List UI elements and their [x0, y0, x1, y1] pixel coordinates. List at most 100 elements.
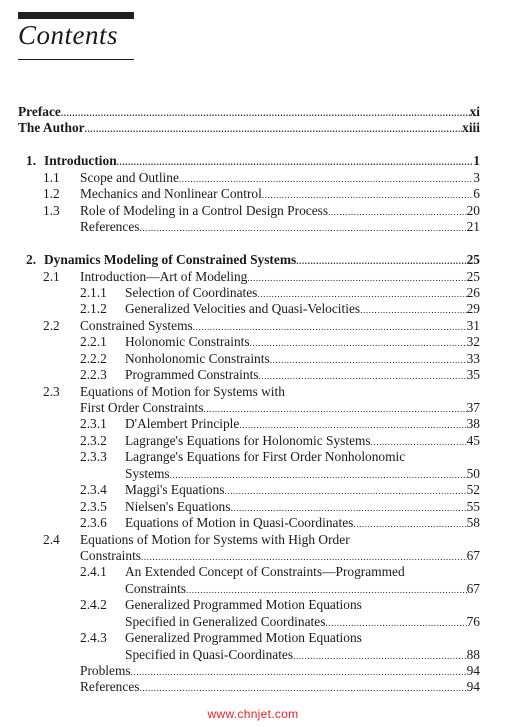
toc-entry[interactable]: 2.1 Introduction—Art of Modeling 25: [0, 269, 506, 285]
entry-page: 76: [466, 613, 480, 629]
entry-page: 52: [466, 482, 480, 498]
toc-entry[interactable]: 2.1.2 Generalized Velocities and Quasi-Ve…: [0, 301, 506, 317]
entry-number: 1.: [26, 153, 37, 169]
entry-line: Introduction—Art of Modeling 25: [80, 269, 480, 286]
toc-entry[interactable]: 1. Introduction 1: [0, 153, 506, 169]
entry-title: Equations of Motion in Quasi-Coordinates: [125, 515, 354, 531]
dot-leader: [139, 680, 466, 696]
toc-spacer: [0, 137, 506, 154]
watermark: www.chnjet.com: [207, 707, 299, 721]
toc-entry[interactable]: Systems 50: [0, 466, 506, 482]
toc-entry[interactable]: 2.4.1 An Extended Concept of Constraints—…: [0, 564, 506, 580]
toc-entry[interactable]: 2.2.1 Holonomic Constraints 32: [0, 334, 506, 350]
entry-line: Maggi's Equations 52: [125, 482, 480, 499]
toc-entry[interactable]: Specified in Quasi-Coordinates 88: [0, 647, 506, 663]
entry-title: References: [80, 219, 140, 235]
entry-title: D'Alembert Principle: [125, 416, 240, 432]
toc-entry[interactable]: First Order Constraints 37: [0, 400, 506, 416]
entry-title: Maggi's Equations: [125, 482, 225, 498]
toc-entry[interactable]: References 94: [0, 679, 506, 695]
toc-entry[interactable]: Preface xi: [0, 104, 506, 120]
toc-entry[interactable]: 2.3 Equations of Motion for Systems with: [0, 384, 506, 400]
entry-line: Role of Modeling in a Control Design Pro…: [80, 203, 480, 220]
entry-page: 1: [473, 153, 480, 169]
toc-entry[interactable]: Constraints 67: [0, 581, 506, 597]
entry-line: Introduction 1: [44, 153, 480, 170]
entry-number: 2.4.3: [80, 630, 107, 646]
entry-page: 67: [466, 547, 480, 563]
toc-entry[interactable]: 2.2 Constrained Systems 31: [0, 318, 506, 334]
entry-page: 45: [466, 432, 480, 448]
dot-leader: [193, 319, 467, 335]
dot-leader: [131, 664, 467, 680]
dot-leader: [139, 220, 466, 236]
toc-entry[interactable]: 2.3.3 Lagrange's Equations for First Orde…: [0, 449, 506, 465]
toc-entry[interactable]: 2. Dynamics Modeling of Constrained Syste…: [0, 252, 506, 268]
toc-entry[interactable]: 2.3.6 Equations of Motion in Quasi-Coordi…: [0, 515, 506, 531]
entry-line: References 21: [80, 219, 480, 236]
entry-line: Selection of Coordinates 26: [125, 285, 480, 302]
entry-number: 2.1: [43, 268, 60, 284]
entry-number: 2.2.2: [80, 350, 107, 366]
toc-entry[interactable]: 2.2.2 Nonholonomic Constraints 33: [0, 351, 506, 367]
toc-entry[interactable]: 2.1.1 Selection of Coordinates 26: [0, 285, 506, 301]
entry-number: 2.3.6: [80, 515, 107, 531]
toc-entry[interactable]: 1.2 Mechanics and Nonlinear Control 6: [0, 186, 506, 202]
entry-line: Scope and Outline 3: [80, 170, 480, 187]
entry-line: Constrained Systems 31: [80, 318, 480, 335]
dot-leader: [186, 582, 467, 598]
entry-line: Systems 50: [125, 466, 480, 483]
toc-entry[interactable]: 2.3.2 Lagrange's Equations for Holonomic …: [0, 433, 506, 449]
entry-page: 6: [473, 186, 480, 202]
entry-title: Generalized Programmed Motion Equations: [125, 630, 362, 646]
dot-leader: [360, 302, 466, 318]
toc-entry[interactable]: 1.1 Scope and Outline 3: [0, 170, 506, 186]
toc-entry[interactable]: 1.3 Role of Modeling in a Control Design …: [0, 203, 506, 219]
entry-title: Preface: [18, 104, 61, 119]
entry-number: 2.2.1: [80, 334, 107, 350]
dot-leader: [230, 500, 466, 516]
page-title: Contents: [18, 20, 119, 50]
entry-page: 35: [466, 367, 480, 383]
toc-entry[interactable]: 2.3.1 D'Alembert Principle 38: [0, 416, 506, 432]
entry-line: Equations of Motion for Systems with: [80, 384, 285, 400]
dot-leader: [85, 121, 463, 137]
entry-page: 29: [466, 301, 480, 317]
toc-entry[interactable]: 2.4 Equations of Motion for Systems with …: [0, 532, 506, 548]
toc-entry[interactable]: 2.4.3 Generalized Programmed Motion Equat…: [0, 630, 506, 646]
toc-entry[interactable]: Specified in Generalized Coordinates 76: [0, 614, 506, 630]
entry-line: Specified in Quasi-Coordinates 88: [125, 647, 480, 664]
entry-number: 2.1.1: [80, 284, 107, 300]
dot-leader: [328, 204, 467, 220]
entry-page: 25: [466, 252, 480, 268]
toc-entry[interactable]: 2.3.5 Nielsen's Equations 55: [0, 499, 506, 515]
toc-entry[interactable]: 2.3.4 Maggi's Equations 52: [0, 482, 506, 498]
entry-line: Generalized Velocities and Quasi-Velocit…: [125, 301, 480, 318]
toc-entry[interactable]: Constraints 67: [0, 548, 506, 564]
dot-leader: [371, 434, 467, 450]
entry-line: An Extended Concept of Constraints—Progr…: [125, 564, 405, 580]
entry-number: 2.: [26, 252, 37, 268]
entry-line: Programmed Constraints 35: [125, 367, 480, 384]
entry-page: xiii: [462, 120, 480, 136]
toc-entry[interactable]: The Author xiii: [0, 120, 506, 136]
entry-line: The Author xiii: [18, 120, 480, 137]
toc-entry[interactable]: References 21: [0, 219, 506, 235]
entry-title: Constrained Systems: [80, 317, 193, 333]
dot-leader: [170, 467, 467, 483]
dot-leader: [247, 270, 466, 286]
entry-title: Lagrange's Equations for Holonomic Syste…: [125, 432, 371, 448]
entry-line: Holonomic Constraints 32: [125, 334, 480, 351]
entry-line: Constraints 67: [80, 548, 480, 565]
entry-title: Dynamics Modeling of Constrained Systems: [44, 252, 297, 268]
entry-line: D'Alembert Principle 38: [125, 416, 480, 433]
toc-entry[interactable]: 2.2.3 Programmed Constraints 35: [0, 367, 506, 383]
toc-entry[interactable]: Problems 94: [0, 663, 506, 679]
entry-page: 33: [466, 350, 480, 366]
heading-bar: [18, 12, 134, 19]
dot-leader: [117, 154, 474, 170]
entry-line: References 94: [80, 679, 480, 696]
entry-title: Introduction—Art of Modeling: [80, 268, 248, 284]
entry-number: 2.3.5: [80, 498, 107, 514]
toc-entry[interactable]: 2.4.2 Generalized Programmed Motion Equat…: [0, 597, 506, 613]
